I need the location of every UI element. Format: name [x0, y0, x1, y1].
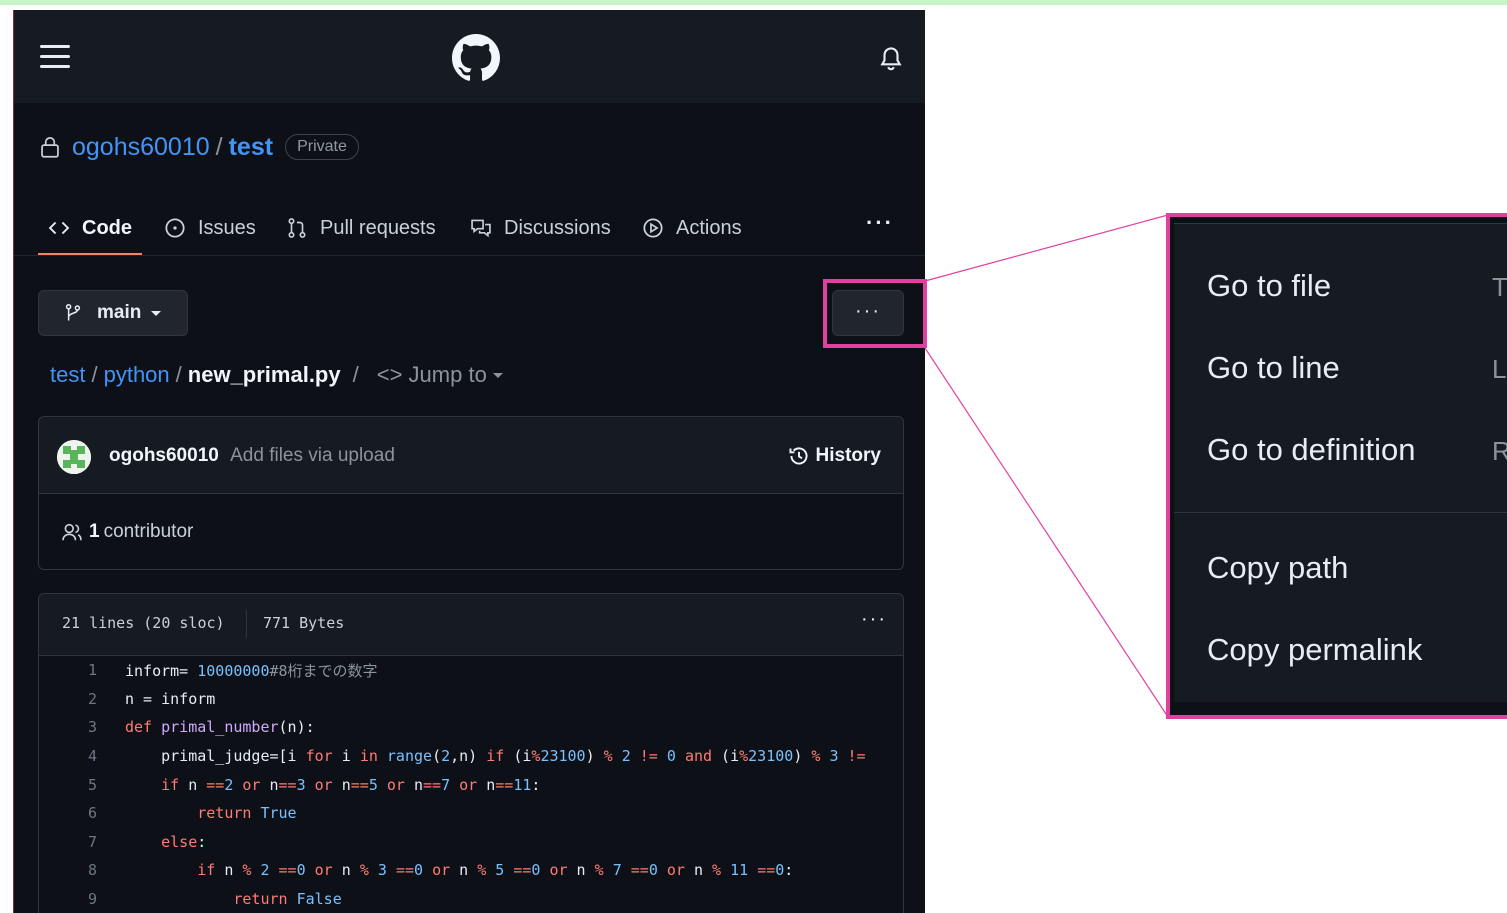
zoomed-menu: Go to file T Go to line L Go to definiti…: [1166, 213, 1507, 719]
tab-label: Discussions: [504, 216, 611, 239]
code-line: 9 return False: [39, 885, 903, 913]
breadcrumb-root[interactable]: test: [50, 362, 85, 388]
latest-commit: ogohs60010 Add files via upload History: [39, 417, 903, 494]
branch-select-button[interactable]: main: [38, 290, 188, 336]
avatar[interactable]: [57, 440, 91, 474]
tabs-more-button[interactable]: ···: [866, 210, 894, 236]
menu-go-to-definition[interactable]: Go to definition: [1207, 432, 1416, 468]
active-tab-indicator: [38, 253, 142, 255]
line-number[interactable]: 8: [39, 861, 97, 879]
breadcrumb: test / python / new_primal.py / <> Jump …: [50, 362, 503, 388]
discussion-icon: [471, 219, 491, 238]
line-number[interactable]: 5: [39, 776, 97, 794]
history-link[interactable]: History: [788, 445, 881, 467]
repo-separator: /: [215, 132, 223, 161]
repo-title: ogohs60010 / test Private: [40, 132, 359, 162]
code-body: 1 inform= 10000000#8桁までの数字 2n = inform 3d…: [39, 656, 903, 913]
visibility-badge: Private: [285, 134, 359, 160]
shortcut-key: R: [1492, 436, 1507, 467]
commit-author[interactable]: ogohs60010: [109, 445, 219, 466]
history-icon: [789, 447, 808, 465]
chevron-down-icon: [492, 372, 503, 378]
contributor-label: contributor: [103, 521, 194, 542]
github-logo[interactable]: [452, 34, 500, 82]
menu-copy-permalink[interactable]: Copy permalink: [1207, 632, 1422, 668]
shortcut-key: L: [1492, 354, 1507, 384]
breadcrumb-separator: /: [352, 362, 359, 387]
line-number[interactable]: 3: [39, 718, 97, 736]
github-mobile-panel: ogohs60010 / test Private Code Issues Pu…: [13, 10, 925, 913]
code-line: 5 if n ==2 or n==3 or n==5 or n==7 or n=…: [39, 770, 903, 799]
branch-icon: [65, 303, 81, 321]
line-number[interactable]: 6: [39, 804, 97, 822]
code-header: 21 lines (20 sloc) 771 Bytes ···: [39, 594, 903, 656]
contributors-link[interactable]: 1 contributor: [61, 521, 193, 543]
tab-code[interactable]: Code: [48, 203, 132, 253]
divider: [246, 610, 247, 638]
bell-icon[interactable]: [878, 46, 904, 72]
branch-name: main: [97, 302, 142, 323]
tab-issues[interactable]: Issues: [164, 203, 256, 253]
issue-icon: [165, 218, 185, 238]
people-icon: [62, 523, 82, 541]
code-icon: [48, 221, 70, 235]
repo-tabs: Code Issues Pull requests Discussions Ac…: [14, 203, 925, 256]
tab-label: Pull requests: [320, 216, 436, 239]
repo-name-link[interactable]: test: [229, 133, 273, 162]
contributor-count: 1: [89, 521, 100, 542]
jump-to-button[interactable]: <> Jump to: [377, 362, 503, 388]
file-size: 771 Bytes: [263, 614, 345, 632]
menu-go-to-line[interactable]: Go to line: [1207, 350, 1340, 386]
code-line: 6 return True: [39, 799, 903, 828]
line-number[interactable]: 4: [39, 747, 97, 765]
shortcut-key: T: [1492, 272, 1507, 302]
breadcrumb-separator: /: [175, 362, 182, 387]
commit-box: ogohs60010 Add files via upload History …: [38, 416, 904, 570]
tab-label: Code: [82, 216, 132, 239]
app-header: [14, 10, 925, 103]
code-line: 1 inform= 10000000#8桁までの数字: [39, 656, 903, 685]
pull-request-icon: [288, 218, 306, 238]
menu-bottom-edge: [1174, 702, 1507, 712]
chevron-down-icon: [151, 310, 162, 316]
jump-to-label: <> Jump to: [376, 362, 487, 387]
menu-copy-path[interactable]: Copy path: [1207, 550, 1348, 586]
history-label: History: [815, 445, 881, 466]
code-line: 3 def primal_number(n):: [39, 713, 903, 742]
line-number[interactable]: 1: [39, 661, 97, 679]
hamburger-icon[interactable]: [40, 45, 70, 68]
breadcrumb-separator: /: [91, 362, 98, 387]
tab-discussions[interactable]: Discussions: [470, 203, 611, 253]
commit-message[interactable]: Add files via upload: [230, 445, 395, 466]
line-number[interactable]: 7: [39, 833, 97, 851]
line-number[interactable]: 9: [39, 890, 97, 908]
tab-actions[interactable]: Actions: [642, 203, 742, 253]
menu-divider: [1174, 512, 1507, 513]
play-icon: [643, 218, 663, 238]
highlight-box: [823, 279, 927, 348]
lock-icon: [41, 136, 59, 158]
tab-label: Actions: [676, 216, 742, 239]
breadcrumb-folder[interactable]: python: [104, 362, 170, 388]
code-line: 7 else:: [39, 828, 903, 857]
line-number[interactable]: 2: [39, 690, 97, 708]
file-actions-menu: Go to file T Go to line L Go to definiti…: [1174, 223, 1507, 712]
menu-go-to-file[interactable]: Go to file: [1207, 268, 1331, 304]
line-count: 21 lines (20 sloc): [62, 614, 225, 632]
tab-label: Issues: [198, 216, 256, 239]
tab-pull-requests[interactable]: Pull requests: [286, 203, 436, 253]
code-line: 2n = inform: [39, 685, 903, 714]
top-strip: [0, 0, 1507, 5]
code-more-button[interactable]: ···: [861, 608, 887, 631]
breadcrumb-file: new_primal.py: [187, 362, 341, 387]
repo-owner-link[interactable]: ogohs60010: [72, 133, 210, 162]
commit-summary: ogohs60010 Add files via upload: [109, 445, 395, 467]
code-line: 8 if n % 2 ==0 or n % 3 ==0 or n % 5 ==0…: [39, 856, 903, 885]
code-line: 4 primal_judge=[i for i in range(2,n) if…: [39, 742, 903, 771]
code-view: 21 lines (20 sloc) 771 Bytes ··· 1 inform…: [38, 593, 904, 913]
